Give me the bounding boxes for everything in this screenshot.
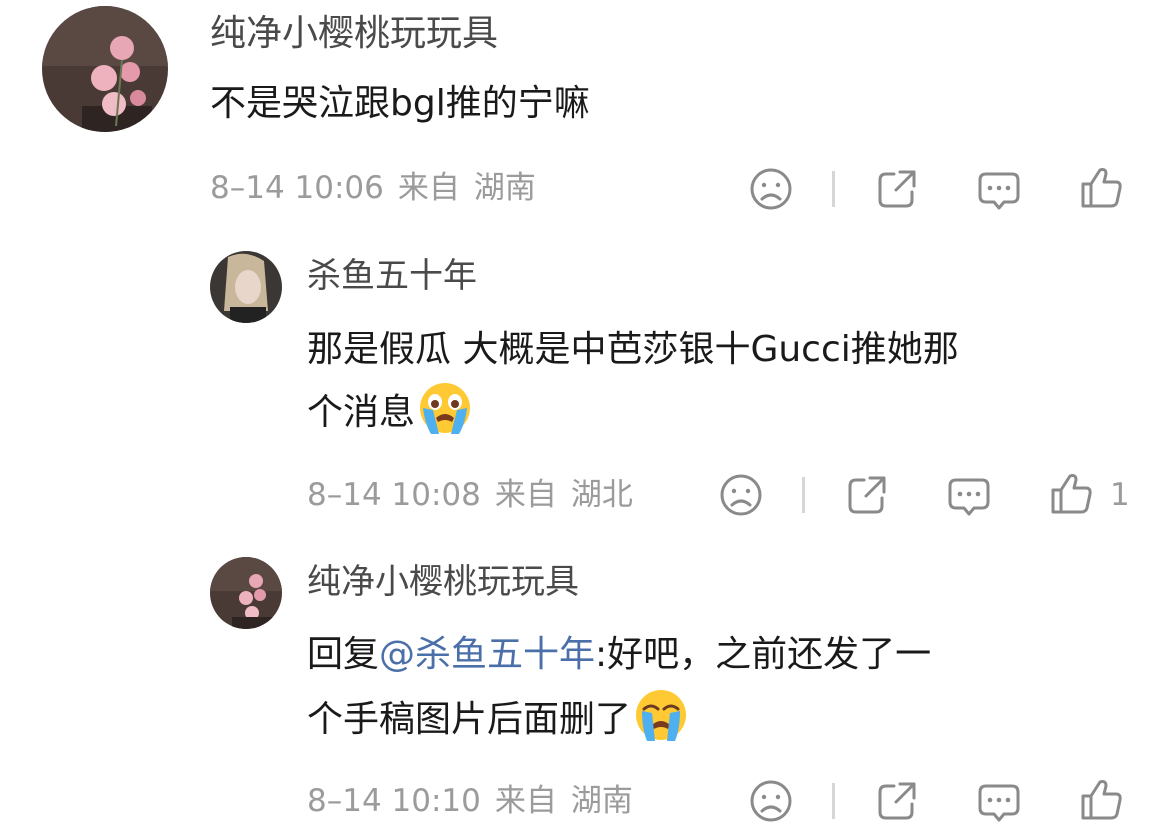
reply-text-line1: 回复@杀鱼五十年:好吧，之前还发了一 — [307, 623, 931, 687]
username[interactable]: 纯净小樱桃玩玩具 — [210, 12, 498, 56]
comment-text: :好吧，之前还发了一 — [595, 634, 932, 675]
avatar[interactable] — [210, 251, 282, 323]
comment-meta: 8–14 10:08 来自 湖北 — [307, 475, 647, 515]
comment-text-line2: 个消息 — [307, 380, 473, 445]
comment-text: 个手稿图片后面删了 — [307, 699, 632, 740]
share-icon[interactable] — [874, 778, 920, 824]
share-icon[interactable] — [874, 166, 920, 212]
comment-text-line1: 那是假瓜 大概是中芭莎银十Gucci推她那 — [307, 329, 959, 370]
divider — [832, 171, 835, 207]
location: 湖南 — [473, 170, 536, 206]
source-label: 来自 — [397, 170, 460, 206]
comment-text: 不是哭泣跟bgl推的宁嘛 — [210, 83, 590, 124]
comment-icon[interactable] — [946, 472, 992, 518]
thumbs-up-icon[interactable] — [1078, 776, 1124, 822]
timestamp: 8–14 10:06 — [210, 170, 384, 206]
crying-emoji-icon — [417, 380, 473, 436]
like-count: 1 — [1110, 477, 1130, 513]
comment-icon[interactable] — [976, 778, 1022, 824]
username[interactable]: 杀鱼五十年 — [307, 254, 477, 298]
reply-text-line2: 个手稿图片后面删了 — [307, 687, 689, 752]
comment-icon[interactable] — [976, 166, 1022, 212]
avatar[interactable] — [210, 557, 282, 629]
source-label: 来自 — [494, 477, 557, 513]
sad-face-icon[interactable] — [748, 778, 794, 824]
divider — [832, 783, 835, 819]
location: 湖北 — [570, 477, 633, 513]
sad-face-icon[interactable] — [718, 472, 764, 518]
username[interactable]: 纯净小樱桃玩玩具 — [307, 560, 579, 604]
comment-meta: 8–14 10:06 来自 湖南 — [210, 168, 550, 208]
location: 湖南 — [570, 783, 633, 819]
mention-link[interactable]: @杀鱼五十年 — [379, 634, 595, 675]
comment-meta: 8–14 10:10 来自 湖南 — [307, 781, 647, 821]
timestamp: 8–14 10:08 — [307, 477, 481, 513]
reply-prefix: 回复 — [307, 634, 380, 675]
source-label: 来自 — [494, 783, 557, 819]
timestamp: 8–14 10:10 — [307, 783, 481, 819]
avatar[interactable] — [42, 6, 168, 132]
comment-text: 个消息 — [307, 392, 416, 433]
thumbs-up-icon[interactable] — [1078, 164, 1124, 210]
crying-emoji-icon — [633, 687, 689, 743]
divider — [802, 477, 805, 513]
thumbs-up-icon[interactable] — [1048, 470, 1094, 516]
sad-face-icon[interactable] — [748, 166, 794, 212]
share-icon[interactable] — [844, 472, 890, 518]
